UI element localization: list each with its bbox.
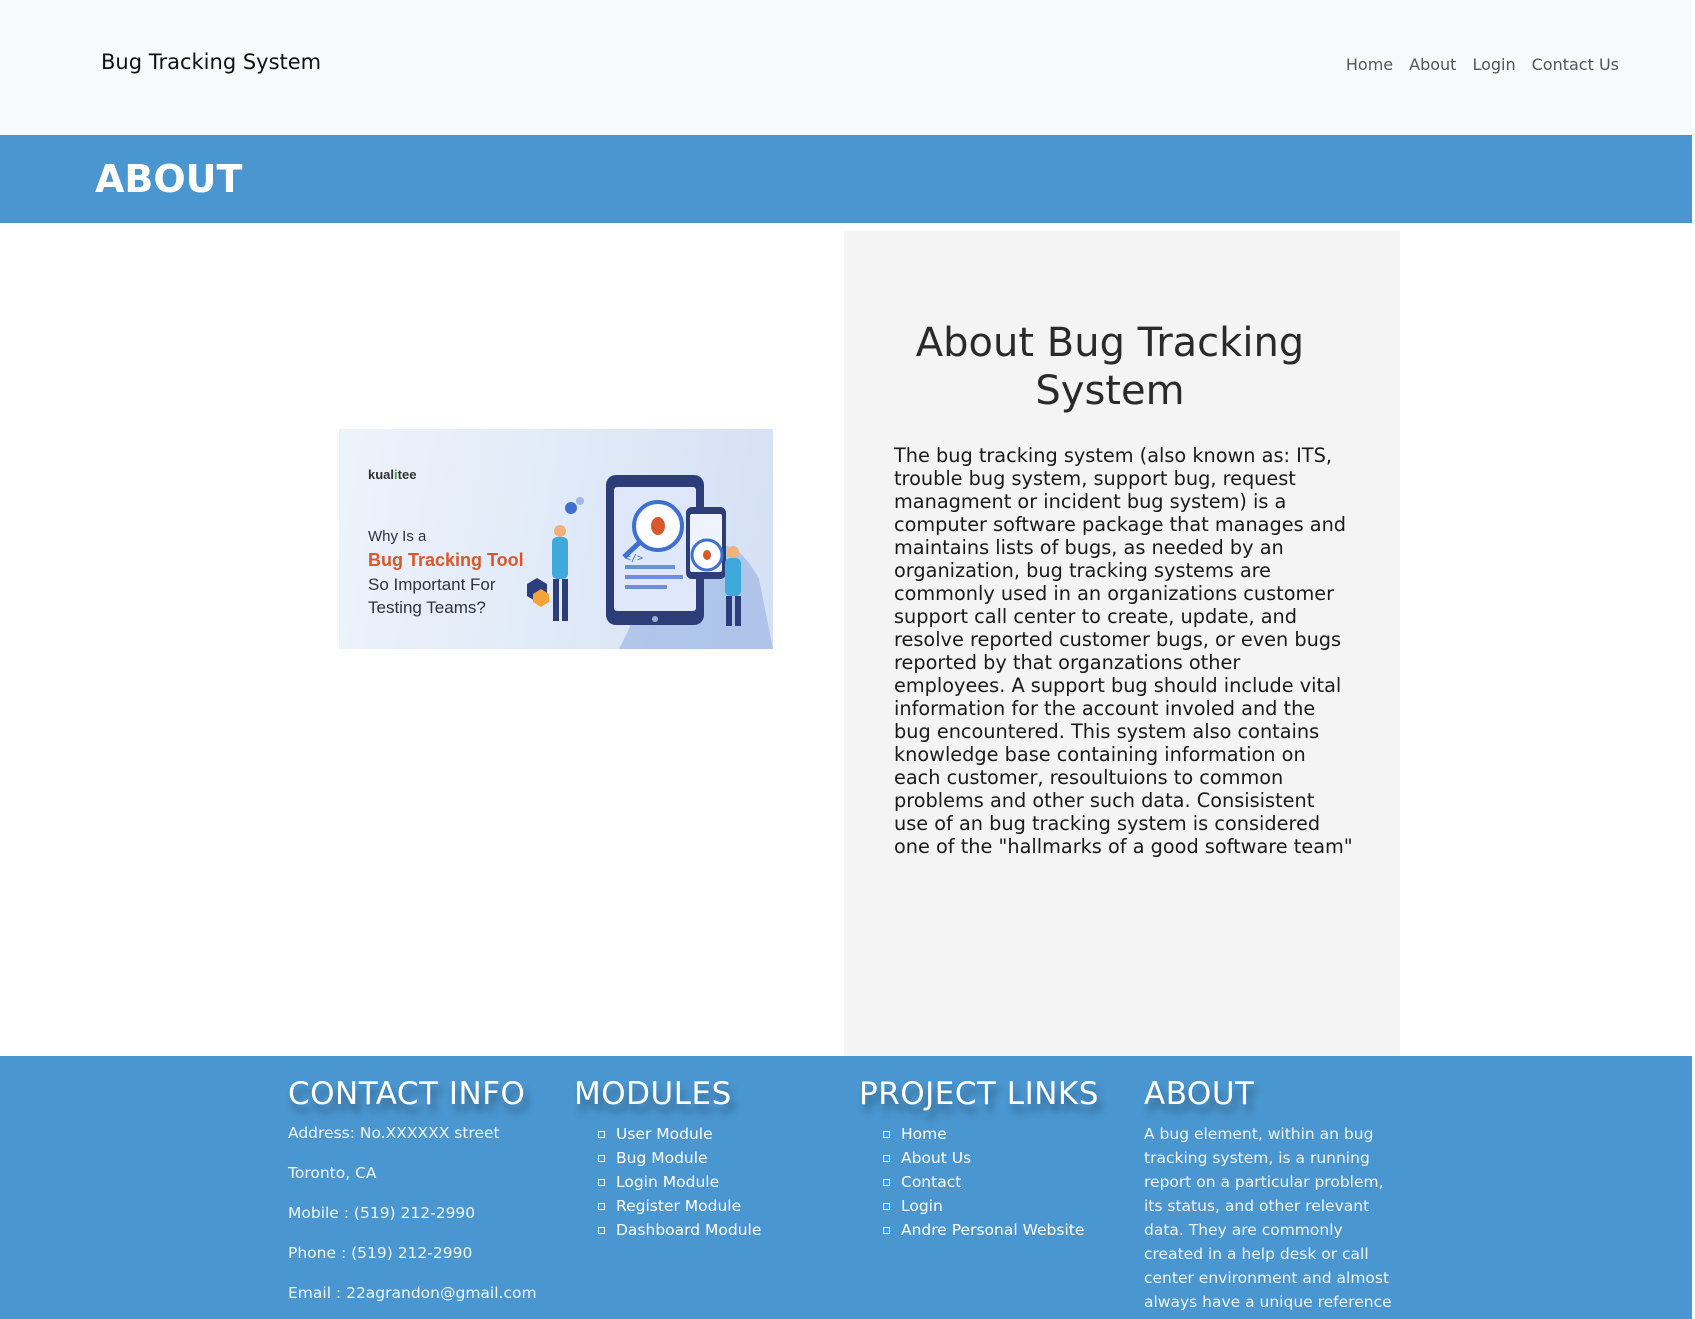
nav-contact-link[interactable]: Contact Us (1524, 55, 1627, 74)
list-item[interactable]: Register Module (598, 1194, 761, 1218)
about-body-text: The bug tracking system (also known as: … (894, 444, 1353, 858)
list-item[interactable]: Contact (883, 1170, 1099, 1194)
footer-city: Toronto, CA (288, 1164, 377, 1182)
list-item[interactable]: Dashboard Module (598, 1218, 761, 1242)
footer-contact-column: CONTACT INFO Address: No.XXXXXX street T… (288, 1076, 537, 1305)
footer-about-column: ABOUT A bug element, within an bug track… (1144, 1076, 1404, 1314)
list-item[interactable]: About Us (883, 1146, 1099, 1170)
footer-link-login[interactable]: Login (901, 1197, 943, 1215)
tablet-bug-icon: </> (527, 475, 773, 649)
footer-modules-heading: MODULES (574, 1076, 732, 1112)
footer-mobile: Mobile : (519) 212-2990 (288, 1204, 476, 1222)
logo-accent: i (394, 467, 398, 482)
footer-phone: Phone : (519) 212-2990 (288, 1244, 473, 1262)
footer-project-links-column: PROJECT LINKS Home About Us Contact Logi… (859, 1076, 1099, 1242)
module-link-register[interactable]: Register Module (616, 1197, 741, 1215)
footer-link-contact[interactable]: Contact (901, 1173, 961, 1191)
svg-text:</>: </> (625, 553, 643, 564)
nav-login-link[interactable]: Login (1464, 55, 1523, 74)
project-links-list: Home About Us Contact Login Andre Person… (859, 1122, 1099, 1242)
top-navbar: Bug Tracking System Home About Login Con… (0, 0, 1692, 135)
page-banner: ABOUT (0, 135, 1692, 223)
footer-about-heading: ABOUT (1144, 1076, 1255, 1112)
footer-address: Address: No.XXXXXX street (288, 1124, 500, 1142)
list-item[interactable]: Home (883, 1122, 1099, 1146)
footer-links-heading: PROJECT LINKS (859, 1076, 1099, 1112)
modules-list: User Module Bug Module Login Module Regi… (574, 1122, 761, 1242)
kualitee-logo: kualitee (368, 467, 417, 482)
page-title: ABOUT (95, 157, 243, 201)
illustration-line-4: Testing Teams? (368, 598, 486, 617)
illustration-line-3: So Important For (368, 575, 496, 594)
module-link-dashboard[interactable]: Dashboard Module (616, 1221, 761, 1239)
module-link-login[interactable]: Login Module (616, 1173, 719, 1191)
illustration-line-1: Why Is a (368, 528, 427, 545)
site-footer: CONTACT INFO Address: No.XXXXXX street T… (0, 1056, 1692, 1319)
list-item[interactable]: Andre Personal Website (883, 1218, 1099, 1242)
brand-link[interactable]: Bug Tracking System (101, 50, 321, 74)
footer-link-personal-website[interactable]: Andre Personal Website (901, 1221, 1084, 1239)
footer-contact-heading: CONTACT INFO (288, 1076, 526, 1112)
illustration-line-2: Bug Tracking Tool (368, 550, 524, 570)
module-link-user[interactable]: User Module (616, 1125, 713, 1143)
footer-link-about-us[interactable]: About Us (901, 1149, 971, 1167)
footer-modules-column: MODULES User Module Bug Module Login Mod… (574, 1076, 761, 1242)
list-item[interactable]: Login Module (598, 1170, 761, 1194)
bug-tracking-illustration: kualitee Why Is a Bug Tracking Tool So I… (339, 429, 773, 649)
footer-about-text: A bug element, within an bug tracking sy… (1144, 1125, 1392, 1311)
footer-link-home[interactable]: Home (901, 1125, 947, 1143)
about-card: About Bug Tracking System The bug tracki… (844, 231, 1400, 1056)
footer-email: Email : 22agrandon@gmail.com (288, 1284, 537, 1302)
list-item[interactable]: Bug Module (598, 1146, 761, 1170)
about-heading: About Bug Tracking System (915, 320, 1305, 414)
nav-links: Home About Login Contact Us (1338, 55, 1627, 74)
list-item[interactable]: User Module (598, 1122, 761, 1146)
nav-home-link[interactable]: Home (1338, 55, 1401, 74)
module-link-bug[interactable]: Bug Module (616, 1149, 708, 1167)
list-item[interactable]: Login (883, 1194, 1099, 1218)
nav-about-link[interactable]: About (1401, 55, 1464, 74)
